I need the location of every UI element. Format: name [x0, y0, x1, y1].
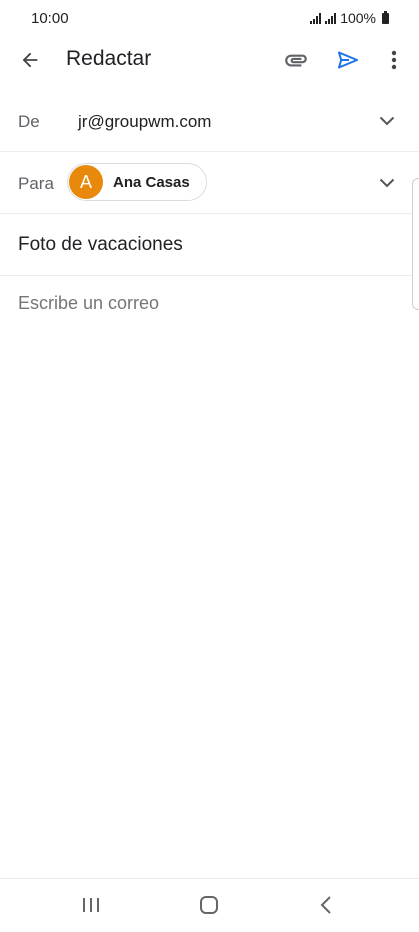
- signal-bars-icon: [325, 12, 337, 24]
- battery-icon: [382, 10, 389, 24]
- from-label: De: [18, 112, 40, 131]
- subject-field[interactable]: Foto de vacaciones: [18, 234, 183, 256]
- status-indicators: 100%: [310, 10, 389, 26]
- avatar: A: [69, 165, 103, 199]
- app-bar: Redactar: [0, 36, 419, 84]
- from-expand-button[interactable]: [375, 109, 399, 133]
- back-button[interactable]: [14, 46, 46, 74]
- from-row: De jr@groupwm.com: [0, 92, 419, 152]
- send-button[interactable]: [332, 46, 364, 74]
- arrow-back-icon: [22, 52, 38, 68]
- recent-apps-icon: [83, 898, 99, 912]
- from-address[interactable]: jr@groupwm.com: [78, 112, 211, 132]
- edge-panel-handle[interactable]: [412, 178, 419, 310]
- recent-apps-button[interactable]: [73, 891, 109, 919]
- page-title: Redactar: [66, 47, 152, 70]
- to-expand-button[interactable]: [375, 171, 399, 195]
- status-time: 10:00: [31, 10, 69, 27]
- body-input[interactable]: Escribe un correo: [18, 293, 159, 314]
- subject-row[interactable]: Foto de vacaciones: [0, 214, 419, 276]
- paperclip-icon: [285, 54, 307, 67]
- battery-percentage: 100%: [340, 10, 376, 26]
- more-vert-icon: [391, 50, 397, 70]
- recipient-chip[interactable]: A Ana Casas: [67, 163, 207, 201]
- attach-button[interactable]: [280, 46, 312, 74]
- send-icon: [338, 51, 358, 69]
- nav-back-button[interactable]: [308, 891, 344, 919]
- home-icon: [200, 896, 218, 914]
- recipient-name: Ana Casas: [113, 173, 190, 191]
- status-bar: 10:00 100%: [0, 0, 419, 36]
- chevron-down-icon: [379, 178, 395, 188]
- to-label: Para: [18, 174, 54, 193]
- nav-back-icon: [320, 896, 331, 914]
- home-button[interactable]: [191, 891, 227, 919]
- signal-bars-icon: [310, 12, 322, 24]
- chevron-down-icon: [379, 116, 395, 126]
- to-row: Para A Ana Casas: [0, 152, 419, 214]
- navigation-bar: [0, 878, 419, 932]
- more-options-button[interactable]: [380, 46, 408, 74]
